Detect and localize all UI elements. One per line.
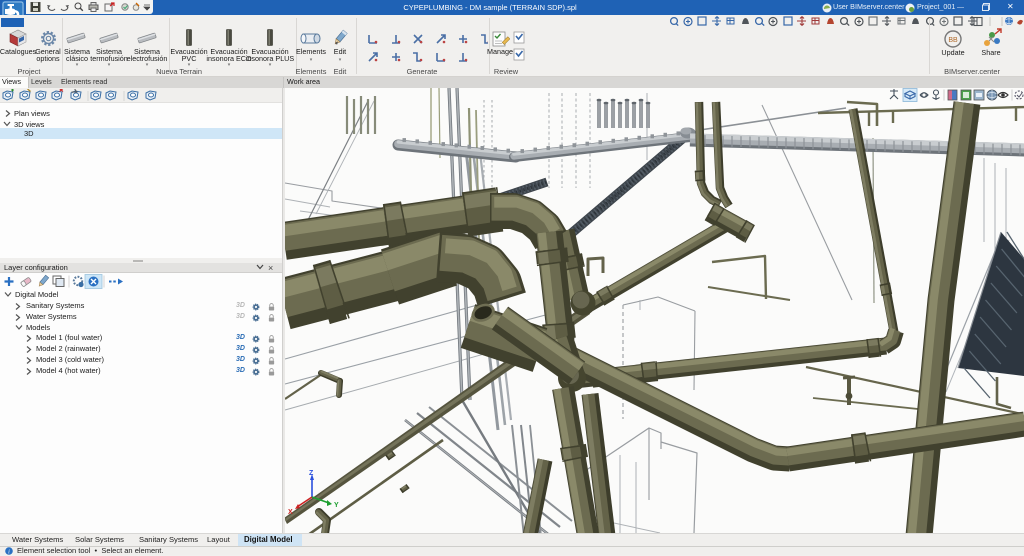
svg-text:Y: Y <box>334 502 339 509</box>
svg-text:X: X <box>288 509 293 516</box>
svg-text:Z: Z <box>309 470 314 477</box>
svg-text:BB: BB <box>948 37 958 44</box>
